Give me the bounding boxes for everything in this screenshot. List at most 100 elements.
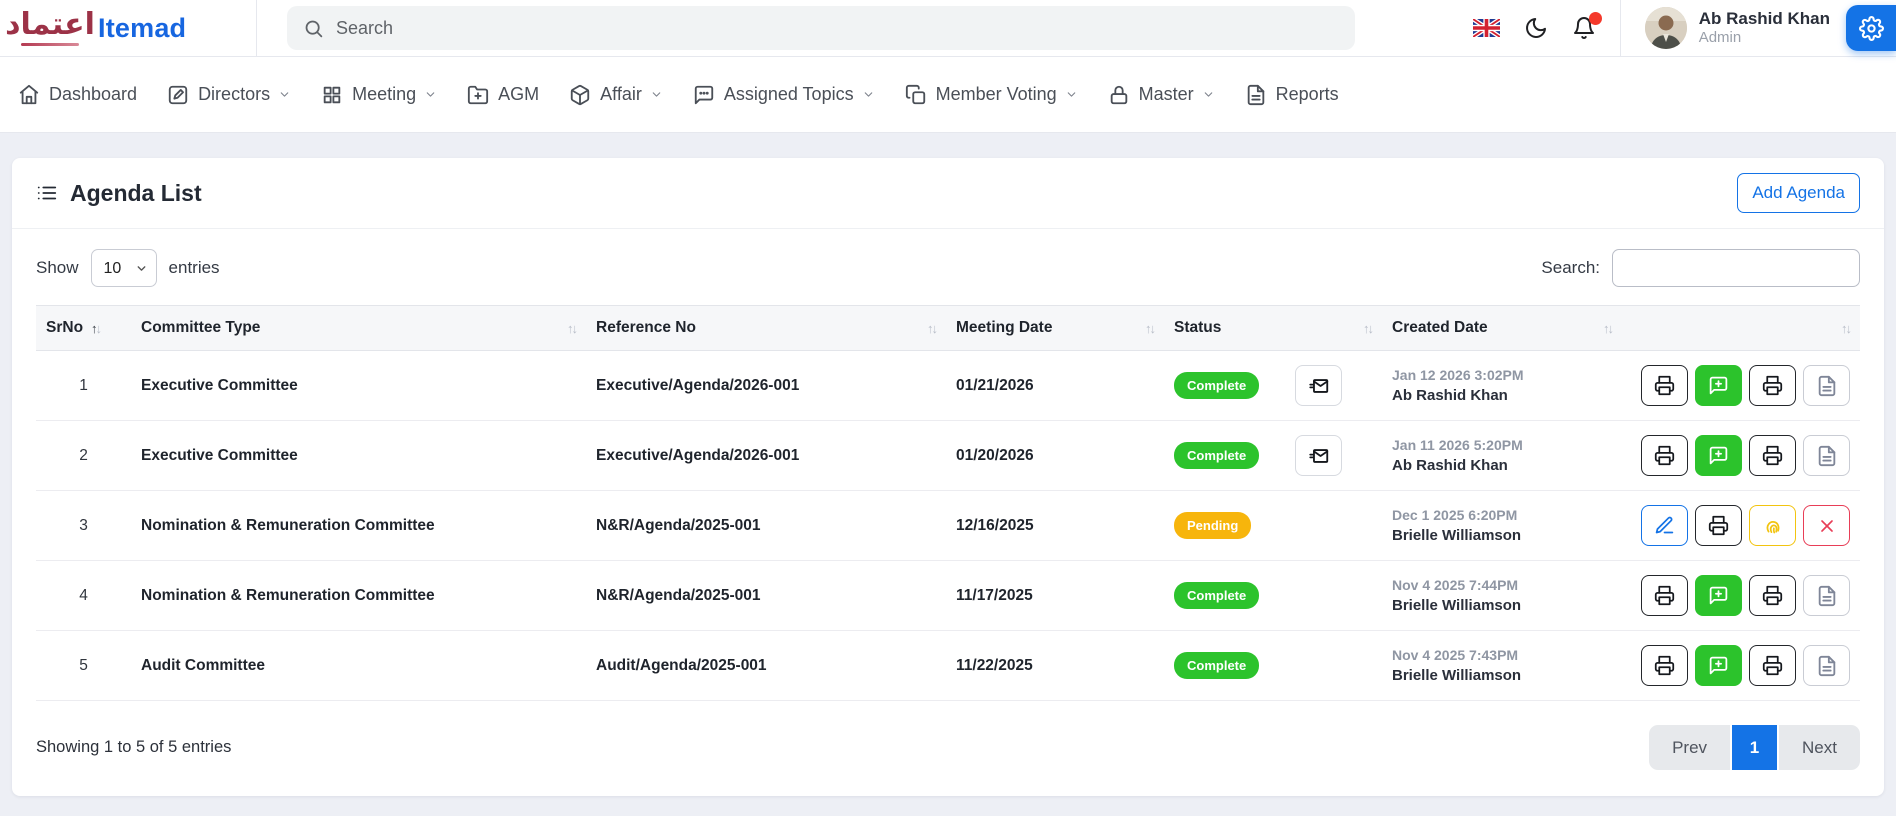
cell-actions <box>1622 351 1860 421</box>
brand-name: Itemad <box>98 13 186 44</box>
nav-item-affair[interactable]: Affair <box>569 84 663 106</box>
created-by: Brielle Williamson <box>1392 527 1612 544</box>
print-button[interactable] <box>1749 575 1796 616</box>
file-lines-button[interactable] <box>1803 435 1850 476</box>
chevron-down-icon <box>278 88 291 101</box>
message-plus-button[interactable] <box>1695 645 1742 686</box>
settings-button[interactable] <box>1846 5 1896 51</box>
send-mail-button[interactable] <box>1295 365 1342 406</box>
message-plus-button[interactable] <box>1695 575 1742 616</box>
print-button[interactable] <box>1749 435 1796 476</box>
nav-item-reports[interactable]: Reports <box>1245 84 1339 106</box>
folder-plus-icon <box>467 84 489 106</box>
column-header-reference-no[interactable]: Reference No↑↓ <box>586 306 946 351</box>
edit-button[interactable] <box>1641 505 1688 546</box>
nav-item-meeting[interactable]: Meeting <box>321 84 437 106</box>
print-button[interactable] <box>1641 575 1688 616</box>
file-lines-button[interactable] <box>1803 575 1850 616</box>
mail-send-icon <box>1308 375 1330 397</box>
next-page-button[interactable]: Next <box>1779 725 1860 770</box>
message-dots-icon <box>693 84 715 106</box>
message-plus-icon <box>1708 375 1729 396</box>
cell-committee-type: Executive Committee <box>131 351 586 421</box>
itemad-logo-icon: اعتماد <box>14 4 86 52</box>
file-lines-button[interactable] <box>1803 365 1850 406</box>
cell-srno: 4 <box>36 561 131 631</box>
sort-icon: ↑↓ <box>1363 321 1372 336</box>
print-button[interactable] <box>1641 365 1688 406</box>
fingerprint-button[interactable] <box>1749 505 1796 546</box>
file-lines-icon <box>1816 445 1838 467</box>
send-mail-button[interactable] <box>1295 435 1342 476</box>
column-header-status[interactable]: Status↑↓ <box>1164 306 1382 351</box>
package-icon <box>569 84 591 106</box>
file-lines-icon <box>1816 375 1838 397</box>
chevron-down-icon <box>424 88 437 101</box>
nav-item-dashboard[interactable]: Dashboard <box>18 84 137 106</box>
nav-item-assigned-topics[interactable]: Assigned Topics <box>693 84 875 106</box>
message-plus-button[interactable] <box>1695 435 1742 476</box>
chevron-down-icon <box>650 88 663 101</box>
print-icon <box>1654 585 1675 606</box>
nav-item-directors[interactable]: Directors <box>167 84 291 106</box>
page-size-select[interactable]: 10 <box>91 249 157 287</box>
user-menu[interactable]: Ab Rashid Khan Admin <box>1645 7 1830 49</box>
print-button[interactable] <box>1695 505 1742 546</box>
dark-mode-button[interactable] <box>1524 16 1548 40</box>
status-badge: Complete <box>1174 652 1259 679</box>
column-header-meeting-date[interactable]: Meeting Date↑↓ <box>946 306 1164 351</box>
table-row: 4 Nomination & Remuneration Committee N&… <box>36 561 1860 631</box>
table-row: 2 Executive Committee Executive/Agenda/2… <box>36 421 1860 491</box>
sort-icon: ↑↓ <box>1145 321 1154 336</box>
print-icon <box>1762 445 1783 466</box>
notification-dot <box>1589 12 1602 25</box>
nav-item-master[interactable]: Master <box>1108 84 1215 106</box>
created-by: Ab Rashid Khan <box>1392 387 1612 404</box>
status-badge: Complete <box>1174 442 1259 469</box>
column-header-srno[interactable]: SrNo↑↓ <box>36 306 131 351</box>
cell-status: Complete <box>1164 351 1382 421</box>
column-header-committee-type[interactable]: Committee Type↑↓ <box>131 306 586 351</box>
agenda-table: SrNo↑↓Committee Type↑↓Reference No↑↓Meet… <box>36 305 1860 701</box>
gear-icon <box>1859 16 1884 41</box>
cell-srno: 3 <box>36 491 131 561</box>
column-header-created-date[interactable]: Created Date↑↓ <box>1382 306 1622 351</box>
print-button[interactable] <box>1641 645 1688 686</box>
prev-page-button[interactable]: Prev <box>1649 725 1730 770</box>
message-plus-button[interactable] <box>1695 365 1742 406</box>
pagination: Prev 1 Next <box>1649 725 1860 770</box>
cell-actions <box>1622 561 1860 631</box>
chevron-down-icon <box>1202 88 1215 101</box>
nav-item-member-voting[interactable]: Member Voting <box>905 84 1078 106</box>
nav-item-agm[interactable]: AGM <box>467 84 539 106</box>
user-role: Admin <box>1699 29 1830 47</box>
language-flag-button[interactable] <box>1473 19 1500 37</box>
moon-icon <box>1524 16 1548 40</box>
global-search-input[interactable] <box>336 18 1339 39</box>
print-icon <box>1654 445 1675 466</box>
status-badge: Complete <box>1174 582 1259 609</box>
page-1-button[interactable]: 1 <box>1732 725 1777 770</box>
print-button[interactable] <box>1641 435 1688 476</box>
column-header-actions[interactable]: ↑↓ <box>1622 306 1860 351</box>
print-button[interactable] <box>1749 365 1796 406</box>
page-title: Agenda List <box>36 180 202 207</box>
search-icon <box>303 18 324 39</box>
grid-icon <box>321 84 343 106</box>
message-plus-icon <box>1708 655 1729 676</box>
print-button[interactable] <box>1749 645 1796 686</box>
notifications-button[interactable] <box>1572 16 1596 40</box>
fingerprint-icon <box>1762 515 1783 536</box>
print-icon <box>1708 515 1729 536</box>
table-row: 1 Executive Committee Executive/Agenda/2… <box>36 351 1860 421</box>
close-button[interactable] <box>1803 505 1850 546</box>
global-search[interactable] <box>287 6 1355 50</box>
cell-actions <box>1622 491 1860 561</box>
table-search-input[interactable] <box>1612 249 1860 287</box>
brand[interactable]: اعتماد Itemad <box>14 4 254 52</box>
add-agenda-button[interactable]: Add Agenda <box>1737 173 1860 213</box>
mail-send-icon <box>1308 445 1330 467</box>
file-lines-button[interactable] <box>1803 645 1850 686</box>
file-lines-icon <box>1816 655 1838 677</box>
cell-reference-no: N&R/Agenda/2025-001 <box>586 491 946 561</box>
